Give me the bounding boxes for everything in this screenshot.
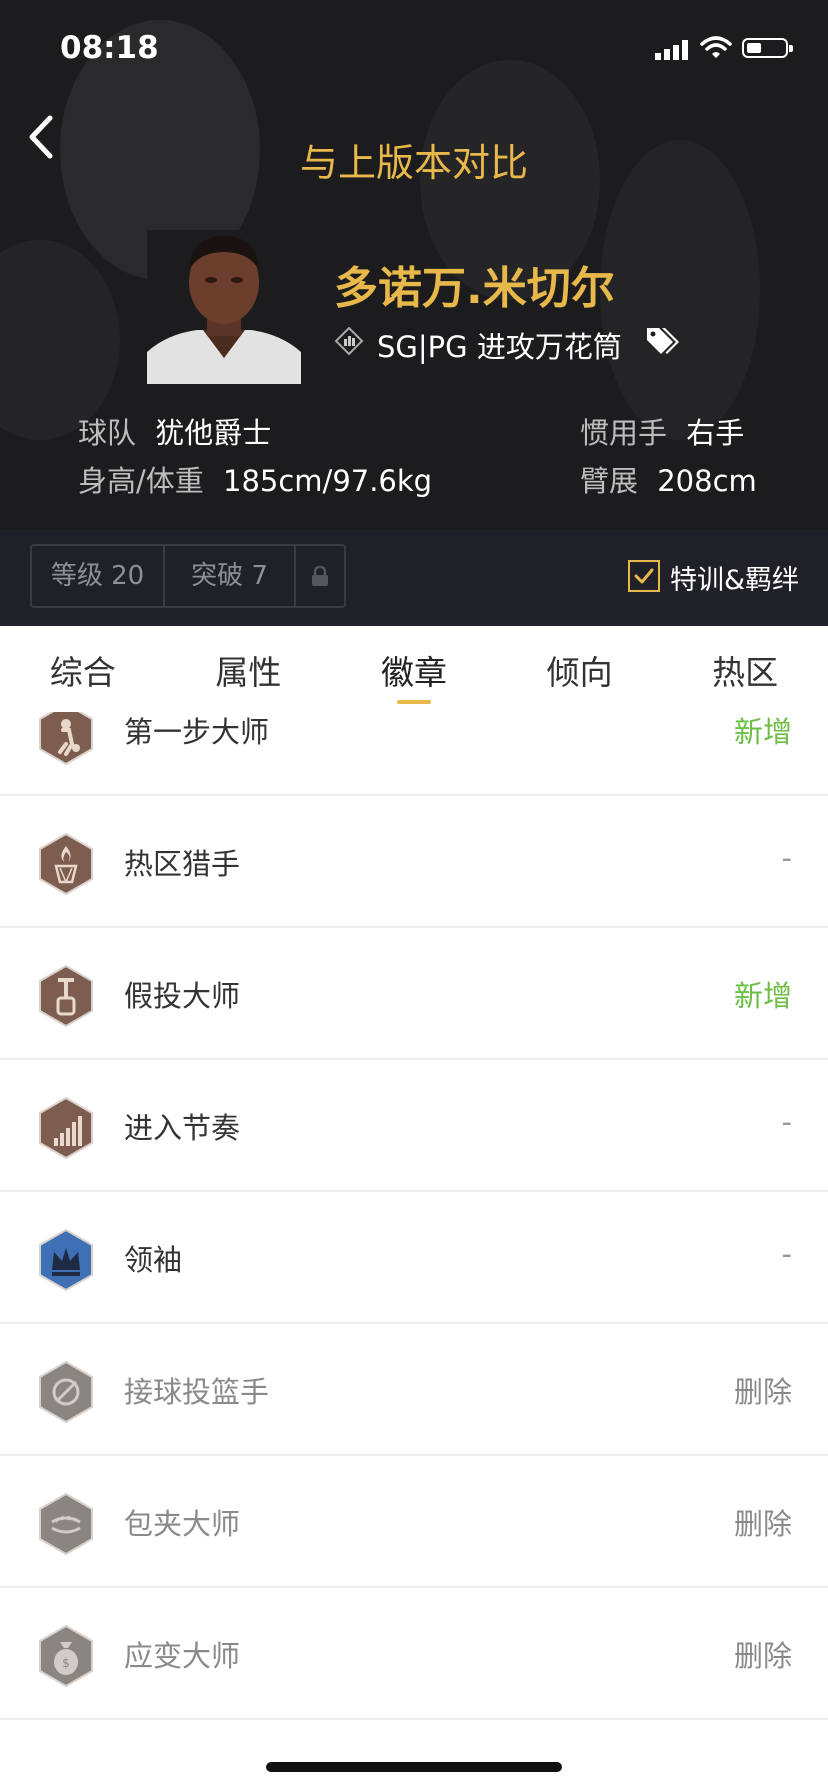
tab-label: 属性 (215, 653, 282, 692)
badge-change-status: - (781, 1105, 792, 1139)
position-diamond-icon (334, 326, 364, 356)
breakthrough-chip[interactable]: 突破 7 (163, 546, 294, 606)
badge-name: 包夹大师 (124, 1507, 241, 1541)
level-chip[interactable]: 等级 20 (32, 546, 163, 606)
cellular-signal-icon (655, 40, 688, 60)
tab-hotzones[interactable]: 热区 (662, 626, 828, 712)
wingspan-info: 臂展 208cm (580, 458, 757, 500)
wifi-icon (700, 36, 732, 58)
body-label: 身高/体重 (78, 464, 204, 498)
badge-name: 领袖 (124, 1243, 183, 1277)
badge-change-status: - (781, 841, 792, 875)
tab-badges[interactable]: 徽章 (331, 626, 497, 712)
crown-badge-icon (39, 1228, 93, 1292)
lock-chip[interactable] (294, 546, 344, 606)
hand-info: 惯用手 右手 (580, 410, 744, 452)
badge-row[interactable]: $ 应变大师 删除 (0, 1588, 828, 1720)
tab-label: 综合 (49, 653, 116, 692)
status-time: 08:18 (60, 30, 159, 66)
tab-label: 倾向 (546, 653, 613, 692)
training-label[interactable]: 特训&羁绊 (670, 558, 799, 597)
active-tab-indicator (397, 700, 432, 704)
lock-icon (312, 566, 328, 586)
badge-change-status: - (781, 1237, 792, 1271)
catch-shoot-badge-icon (39, 1360, 93, 1424)
badge-row[interactable]: 包夹大师 删除 (0, 1456, 828, 1588)
moneybag-badge-icon: $ (39, 1624, 93, 1688)
bars-badge-icon (39, 1096, 93, 1160)
player-position: SG|PG 进攻万花筒 (377, 330, 622, 364)
badge-row[interactable]: 假投大师 新增 (0, 928, 828, 1060)
badge-change-status: 删除 (733, 1375, 792, 1409)
badge-change-status: 新增 (733, 715, 792, 749)
badge-name: 应变大师 (124, 1639, 241, 1673)
tab-attributes[interactable]: 属性 (166, 626, 332, 712)
status-bar: 08:18 (0, 0, 828, 100)
badge-change-status: 删除 (733, 1639, 792, 1673)
level-chips: 等级 20 突破 7 (30, 544, 346, 608)
body-value: 185cm/97.6kg (223, 464, 433, 498)
page-title: 与上版本对比 (299, 141, 528, 185)
pump-badge-icon (39, 964, 93, 1028)
badge-list: 第一步大师 新增 热区猎手 - 假投大师 新增 进入节奏 - 领袖 - 接球投篮手 删除 包夹大师 删除 $… (0, 696, 828, 1720)
badge-change-status: 新增 (733, 979, 792, 1013)
battery-icon (742, 38, 793, 58)
hand-value: 右手 (686, 416, 745, 450)
tab-label: 徽章 (380, 653, 447, 692)
tab-bar: 综合 属性 徽章 倾向 热区 (0, 626, 828, 712)
check-icon (634, 568, 654, 584)
badge-name: 热区猎手 (124, 847, 241, 881)
fire-hoop-badge-icon (39, 832, 93, 896)
badge-name: 假投大师 (124, 979, 241, 1013)
player-header: 08:18 与上版本对比 多诺万.米切尔 SG|PG 进攻万花筒 球队 犹他爵士… (0, 0, 828, 530)
tag-icon[interactable] (645, 324, 683, 358)
svg-text:$: $ (62, 1656, 70, 1670)
body-info: 身高/体重 185cm/97.6kg (78, 458, 432, 500)
hand-label: 惯用手 (580, 416, 668, 450)
badge-name: 接球投篮手 (124, 1375, 270, 1409)
player-avatar (147, 230, 301, 384)
training-checkbox[interactable] (628, 560, 660, 592)
wingspan-value: 208cm (657, 464, 757, 498)
badge-row[interactable]: 领袖 - (0, 1192, 828, 1324)
badge-name: 进入节奏 (124, 1111, 241, 1145)
team-value: 犹他爵士 (155, 416, 272, 450)
player-name: 多诺万.米切尔 (334, 263, 615, 314)
badge-row[interactable]: 热区猎手 - (0, 796, 828, 928)
team-label: 球队 (78, 416, 137, 450)
badge-change-status: 删除 (733, 1507, 792, 1541)
tab-overview[interactable]: 综合 (0, 626, 166, 712)
tab-label: 热区 (712, 653, 779, 692)
tab-tendencies[interactable]: 倾向 (497, 626, 663, 712)
stats-bar: 等级 20 突破 7 特训&羁绊 (0, 530, 828, 626)
team-info: 球队 犹他爵士 (78, 410, 271, 452)
badge-row[interactable]: 接球投篮手 删除 (0, 1324, 828, 1456)
trap-badge-icon (39, 1492, 93, 1556)
badge-name: 第一步大师 (124, 715, 270, 749)
home-indicator[interactable] (266, 1762, 562, 1772)
badge-row[interactable]: 进入节奏 - (0, 1060, 828, 1192)
wingspan-label: 臂展 (580, 464, 639, 498)
